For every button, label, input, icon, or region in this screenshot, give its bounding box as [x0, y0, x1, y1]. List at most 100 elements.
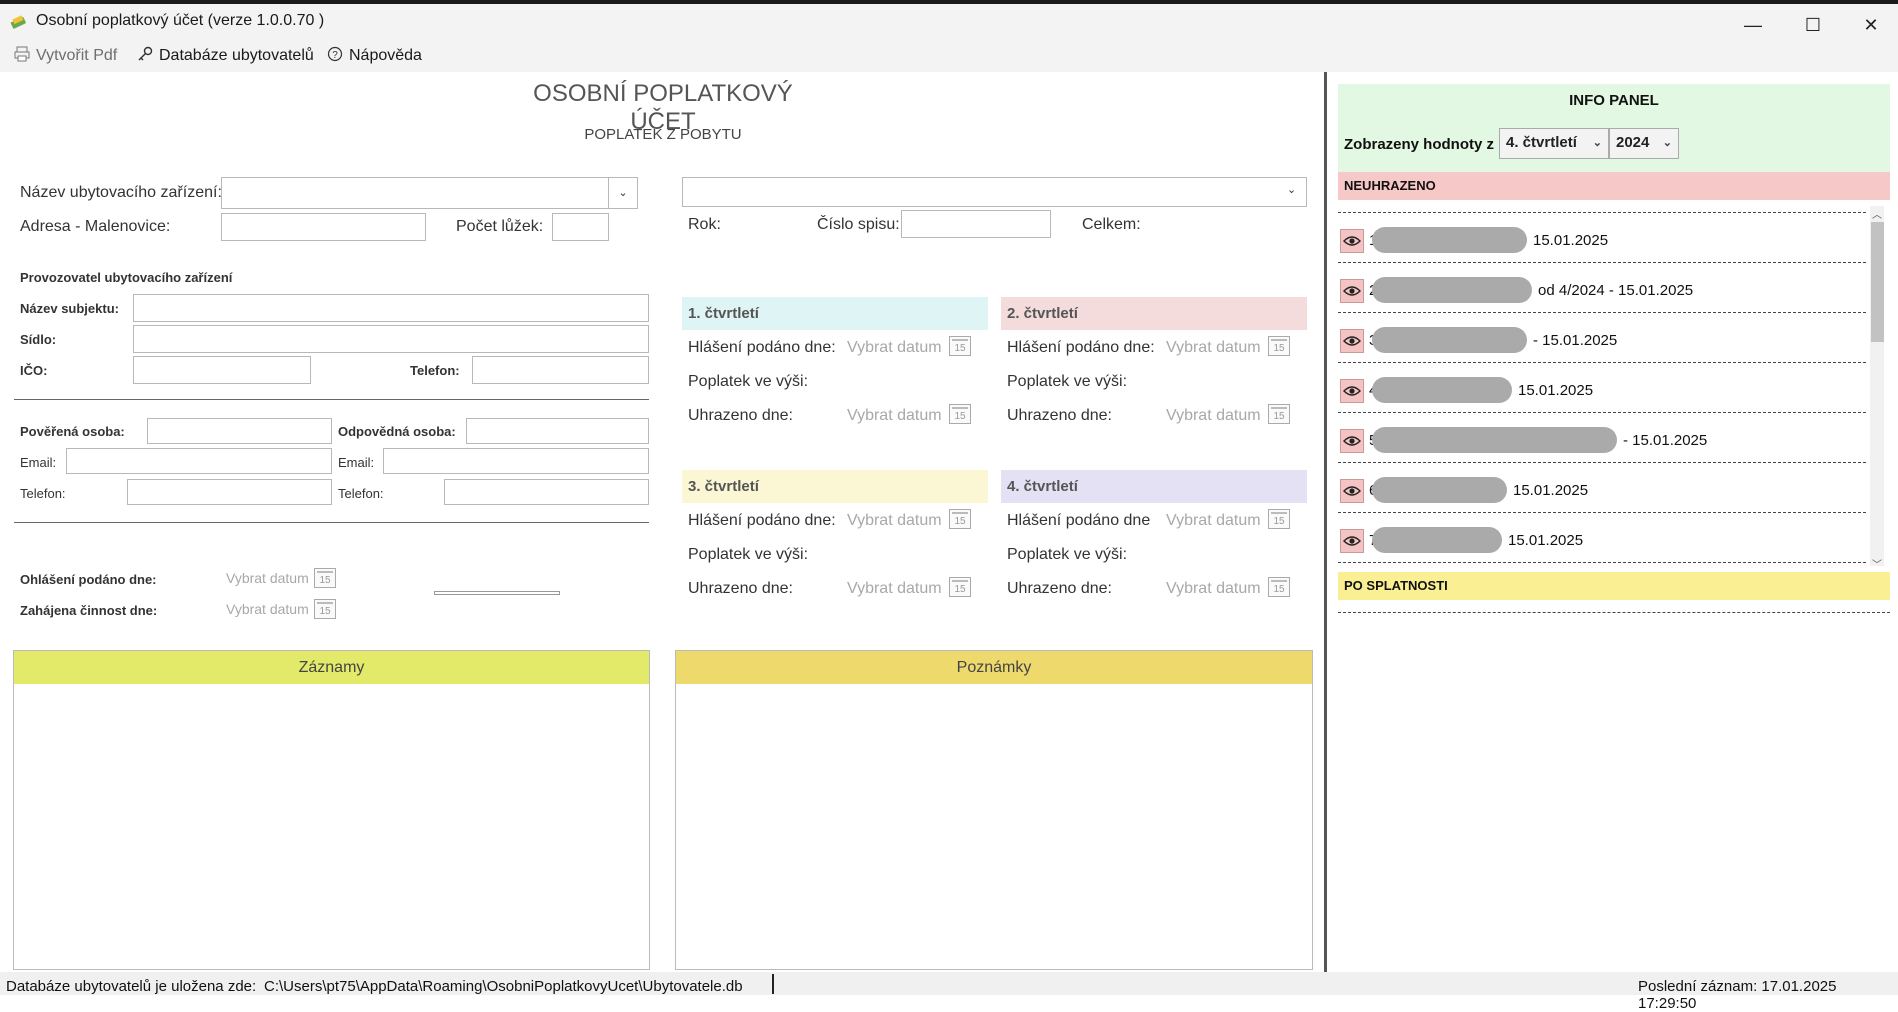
calendar-icon[interactable]: 15: [949, 577, 971, 597]
phone-input[interactable]: [472, 356, 649, 384]
chevron-down-icon: ⌄: [1592, 137, 1602, 149]
eye-icon[interactable]: [1340, 529, 1364, 553]
item-text: 15.01.2025: [1513, 482, 1589, 499]
eye-icon[interactable]: [1340, 479, 1364, 503]
minimize-button[interactable]: —: [1724, 8, 1782, 42]
unpaid-item[interactable]: 5 - 15.01.2025: [1338, 422, 1866, 458]
reported-date-picker[interactable]: Vybrat datum: [226, 570, 309, 586]
printer-icon: [14, 46, 30, 67]
key-icon: [137, 46, 153, 67]
item-text: 15.01.2025: [1533, 232, 1609, 249]
chevron-down-icon: ⌄: [1662, 137, 1672, 149]
calendar-icon[interactable]: 15: [949, 404, 971, 424]
paid-date-picker[interactable]: Vybrat datum: [1166, 407, 1261, 425]
maximize-button[interactable]: ☐: [1784, 8, 1842, 42]
subject-name-input[interactable]: [133, 294, 649, 322]
report-date-picker[interactable]: Vybrat datum: [847, 339, 942, 357]
ico-input[interactable]: [133, 356, 311, 384]
unpaid-item[interactable]: 1 15.01.2025: [1338, 222, 1866, 258]
phone-input-3[interactable]: [444, 479, 649, 505]
paid-date-picker[interactable]: Vybrat datum: [847, 580, 942, 598]
unpaid-item[interactable]: 4 15.01.2025: [1338, 372, 1866, 408]
records-panel: Záznamy: [13, 650, 650, 970]
report-date-picker[interactable]: Vybrat datum: [1166, 512, 1261, 530]
dashed-separator: [1338, 262, 1866, 263]
calendar-icon[interactable]: 15: [1268, 336, 1290, 356]
redacted-name: [1372, 227, 1527, 253]
facility-name-combo[interactable]: [221, 177, 638, 209]
email-input-2[interactable]: [383, 448, 649, 474]
scroll-up-icon[interactable]: ︿: [1872, 206, 1882, 221]
calendar-icon[interactable]: 15: [1268, 577, 1290, 597]
eye-icon[interactable]: [1340, 279, 1364, 303]
notes-area[interactable]: [676, 684, 1312, 969]
calendar-icon[interactable]: 15: [314, 568, 336, 588]
redacted-name: [1372, 377, 1512, 403]
file-number-input[interactable]: [901, 210, 1051, 238]
calendar-icon[interactable]: 15: [1268, 404, 1290, 424]
calendar-icon[interactable]: 15: [949, 509, 971, 529]
database-button[interactable]: Databáze ubytovatelů: [137, 44, 314, 68]
item-text: 15.01.2025: [1508, 532, 1584, 549]
accommodation-select[interactable]: [682, 177, 1307, 207]
paid-date-picker[interactable]: Vybrat datum: [1166, 580, 1261, 598]
paid-label: Uhrazeno dne:: [1007, 407, 1112, 424]
beds-label: Počet lůžek:: [456, 218, 544, 235]
svg-text:?: ?: [332, 50, 338, 61]
unpaid-item[interactable]: 6 15.01.2025: [1338, 472, 1866, 508]
facility-dropdown-button[interactable]: ⌄: [608, 177, 638, 209]
phone-input-2[interactable]: [127, 479, 332, 505]
quarter-block: 3. čtvrtletí Hlášení podáno dne: Vybrat …: [682, 470, 988, 630]
quarter-block: 1. čtvrtletí Hlášení podáno dne: Vybrat …: [682, 297, 988, 457]
create-pdf-label: Vytvořit Pdf: [36, 47, 118, 64]
eye-icon[interactable]: [1340, 379, 1364, 403]
vertical-splitter[interactable]: [1324, 72, 1327, 972]
records-area[interactable]: [14, 684, 649, 969]
eye-icon[interactable]: [1340, 229, 1364, 253]
scrollbar-thumb[interactable]: [1871, 222, 1884, 342]
quarter-block: 2. čtvrtletí Hlášení podáno dne: Vybrat …: [1001, 297, 1307, 457]
eye-icon[interactable]: [1340, 429, 1364, 453]
scroll-down-icon[interactable]: ﹀: [1872, 556, 1882, 571]
ico-label: IČO:: [20, 363, 48, 378]
shown-values-label: Zobrazeny hodnoty z: [1344, 136, 1494, 153]
email-input-1[interactable]: [66, 448, 332, 474]
notes-header: Poznámky: [676, 651, 1312, 684]
close-button[interactable]: ✕: [1842, 8, 1898, 42]
started-date-picker[interactable]: Vybrat datum: [226, 601, 309, 617]
chevron-down-icon[interactable]: ⌄: [1287, 183, 1296, 196]
file-number-label: Číslo spisu:: [817, 216, 900, 233]
facility-name-label: Název ubytovacího zařízení:: [20, 184, 222, 201]
quarter-select[interactable]: 4. čtvrtletí ⌄: [1499, 128, 1609, 159]
beds-input[interactable]: [552, 213, 609, 241]
redacted-name: [1372, 277, 1532, 303]
fee-label: Poplatek ve výši:: [688, 373, 809, 390]
calendar-icon[interactable]: 15: [1268, 509, 1290, 529]
unpaid-item[interactable]: 3 - 15.01.2025: [1338, 322, 1866, 358]
unpaid-item[interactable]: 7 15.01.2025: [1338, 522, 1866, 558]
calendar-icon[interactable]: 15: [949, 336, 971, 356]
year-select[interactable]: 2024 ⌄: [1609, 128, 1679, 159]
authorized-person-input[interactable]: [147, 418, 332, 444]
paid-label: Uhrazeno dne:: [1007, 580, 1112, 597]
dashed-separator: [1338, 462, 1866, 463]
report-date-picker[interactable]: Vybrat datum: [847, 512, 942, 530]
email-label-1: Email:: [20, 455, 57, 470]
paid-date-picker[interactable]: Vybrat datum: [847, 407, 942, 425]
subject-name-label: Název subjektu:: [20, 301, 119, 316]
address-input[interactable]: [221, 213, 426, 241]
year-label: Rok:: [688, 216, 721, 233]
eye-icon[interactable]: [1340, 329, 1364, 353]
authorized-person-label: Pověřená osoba:: [20, 424, 125, 439]
status-separator: [772, 974, 774, 994]
seat-input[interactable]: [133, 325, 649, 353]
unpaid-item[interactable]: 2 od 4/2024 - 15.01.2025: [1338, 272, 1866, 308]
calendar-icon[interactable]: 15: [314, 599, 336, 619]
dashed-separator: [1338, 612, 1890, 613]
report-date-picker[interactable]: Vybrat datum: [1166, 339, 1261, 357]
help-button[interactable]: ? Nápověda: [327, 44, 422, 68]
create-pdf-button[interactable]: Vytvořit Pdf: [14, 44, 117, 68]
menu-bar: Vytvořit Pdf Databáze ubytovatelů ? Nápo…: [0, 40, 1898, 72]
responsible-person-input[interactable]: [466, 418, 649, 444]
item-text: od 4/2024 - 15.01.2025: [1538, 282, 1694, 299]
